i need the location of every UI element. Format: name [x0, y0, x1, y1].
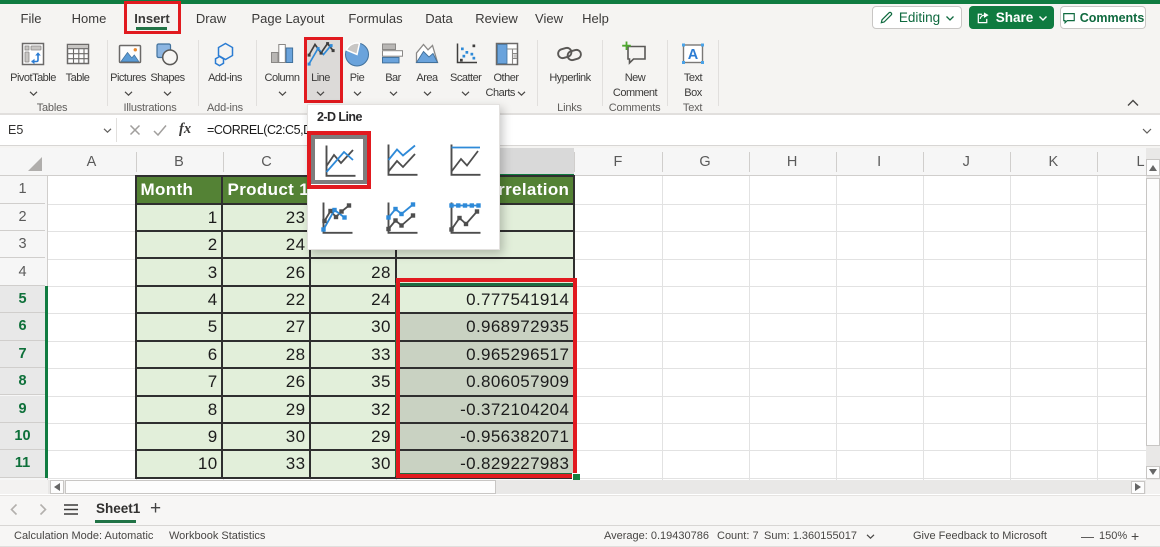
- svg-text:A: A: [688, 47, 699, 63]
